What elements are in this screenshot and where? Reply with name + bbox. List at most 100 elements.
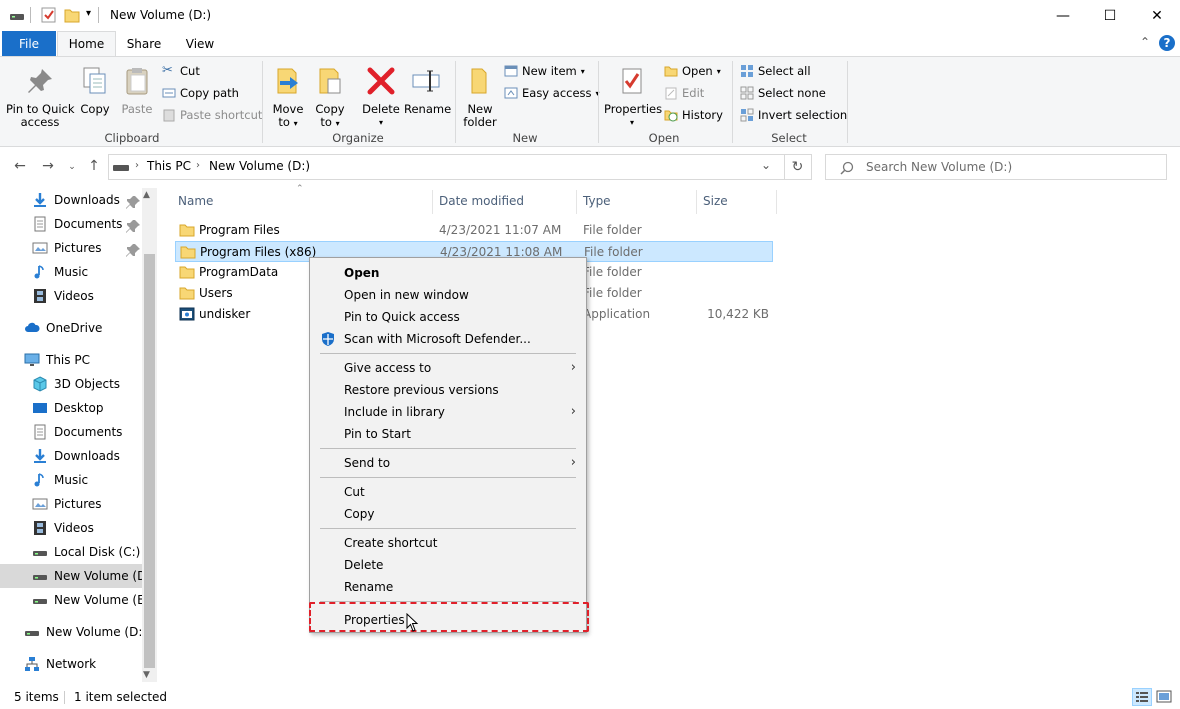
details-view-icon[interactable]	[1132, 688, 1152, 706]
paste-button[interactable]: Paste	[118, 65, 156, 116]
minimize-button[interactable]: —	[1040, 0, 1086, 31]
menu-item[interactable]: Pin to Start	[312, 423, 584, 445]
menu-item[interactable]: Open	[312, 262, 584, 284]
column-header-date[interactable]: Date modified	[439, 194, 524, 214]
address-dropdown-chevron-icon[interactable]: ⌄	[761, 158, 771, 172]
breadcrumb-chevron-icon: ›	[135, 160, 139, 171]
group-label-new: New	[512, 131, 538, 145]
nav-item[interactable]: Network	[0, 652, 142, 676]
properties-button[interactable]: Properties ▾	[604, 65, 662, 129]
rename-button[interactable]: Rename	[404, 65, 451, 116]
menu-item[interactable]: Restore previous versions	[312, 379, 584, 401]
column-divider[interactable]	[696, 190, 697, 214]
menu-item-label: Copy	[344, 507, 375, 521]
help-icon[interactable]: ?	[1158, 34, 1176, 52]
pin-to-quick-access-button[interactable]: Pin to Quick access	[6, 65, 75, 129]
nav-item[interactable]: New Volume (E:)	[0, 588, 142, 612]
move-to-button[interactable]: Move to ▾	[268, 65, 308, 130]
nav-item-label: New Volume (D:)	[54, 569, 142, 583]
select-all-icon	[741, 65, 753, 77]
menu-item[interactable]: Give access to ›	[312, 357, 584, 379]
paste-shortcut-button[interactable]: Paste shortcut	[162, 106, 262, 124]
nav-item[interactable]: New Volume (D:)	[0, 564, 142, 588]
forward-arrow-icon[interactable]: →	[36, 158, 60, 174]
select-all-button[interactable]: Select all	[740, 62, 811, 80]
tab-share[interactable]: Share	[118, 31, 170, 56]
copy-button[interactable]: Copy	[76, 65, 114, 116]
select-none-button[interactable]: Select none	[740, 84, 826, 102]
copy-to-button[interactable]: Copy to ▾	[310, 65, 350, 130]
nav-item[interactable]: 3D Objects	[0, 372, 142, 396]
cut-button[interactable]: ✂ Cut	[162, 62, 200, 80]
nav-item[interactable]: Pictures	[0, 236, 142, 260]
rename-icon	[412, 70, 440, 92]
nav-item[interactable]: Videos	[0, 284, 142, 308]
nav-item[interactable]: OneDrive	[0, 316, 142, 340]
breadcrumb-this-pc[interactable]: This PC	[147, 159, 191, 173]
nav-item[interactable]: New Volume (D:)	[0, 620, 142, 644]
history-button[interactable]: History	[664, 106, 723, 124]
nav-item[interactable]: Pictures	[0, 492, 142, 516]
nav-item[interactable]: Downloads	[0, 188, 142, 212]
folder-icon	[179, 224, 195, 237]
new-folder-icon[interactable]	[64, 7, 80, 23]
nav-item[interactable]: Music	[0, 260, 142, 284]
up-arrow-icon[interactable]: ↑	[82, 158, 106, 174]
copy-path-button[interactable]: Copy path	[162, 84, 239, 102]
tab-view[interactable]: View	[174, 31, 226, 56]
column-header-name[interactable]: Name	[178, 194, 213, 214]
menu-item[interactable]: Pin to Quick access	[312, 306, 584, 328]
back-arrow-icon[interactable]: ←	[8, 158, 32, 174]
large-icons-view-icon[interactable]	[1156, 689, 1172, 705]
menu-item[interactable]: Open in new window	[312, 284, 584, 306]
nav-item[interactable]: This PC	[0, 348, 142, 372]
invert-selection-button[interactable]: Invert selection	[740, 106, 847, 124]
menu-item[interactable]: Delete	[312, 554, 584, 576]
close-button[interactable]: ✕	[1134, 0, 1180, 31]
nav-item[interactable]: Documents	[0, 420, 142, 444]
scroll-up-icon[interactable]: ▲	[143, 190, 150, 200]
nav-item[interactable]: Desktop	[0, 396, 142, 420]
menu-item[interactable]: Scan with Microsoft Defender...	[312, 328, 584, 350]
clipboard-icon	[126, 68, 148, 95]
scroll-down-icon[interactable]: ▼	[143, 670, 150, 680]
nav-item[interactable]: Videos	[0, 516, 142, 540]
nav-item[interactable]: Music	[0, 468, 142, 492]
new-item-button[interactable]: New item ▾	[504, 62, 585, 80]
table-row[interactable]: Program Files 4/23/2021 11:07 AM File fold…	[175, 220, 773, 241]
nav-item[interactable]: Local Disk (C:)	[0, 540, 142, 564]
properties-check-icon[interactable]	[41, 7, 57, 23]
menu-item[interactable]: Include in library ›	[312, 401, 584, 423]
menu-item[interactable]: Copy	[312, 503, 584, 525]
menu-item[interactable]: Send to ›	[312, 452, 584, 474]
download-arrow-icon	[34, 449, 46, 463]
column-divider[interactable]	[776, 190, 777, 214]
column-header-size[interactable]: Size	[703, 194, 728, 214]
delete-button[interactable]: Delete ▾	[360, 65, 402, 129]
tab-home[interactable]: Home	[57, 31, 116, 56]
column-divider[interactable]	[576, 190, 577, 214]
menu-item[interactable]: Cut	[312, 481, 584, 503]
breadcrumb-current[interactable]: New Volume (D:)	[209, 159, 310, 173]
tab-file[interactable]: File	[2, 31, 56, 56]
edit-button[interactable]: Edit	[664, 84, 704, 102]
column-divider[interactable]	[432, 190, 433, 214]
open-button[interactable]: Open ▾	[664, 62, 721, 80]
address-bar[interactable]: › This PC › New Volume (D:) ⌄	[108, 154, 785, 180]
collapse-ribbon-icon[interactable]: ⌃	[1140, 35, 1150, 49]
easy-access-button[interactable]: Easy access▾	[504, 84, 600, 102]
scrollbar-thumb[interactable]	[144, 254, 155, 668]
quick-access-dropdown-icon[interactable]: ▾	[86, 8, 91, 19]
new-folder-button[interactable]: New folder	[460, 65, 500, 129]
nav-item[interactable]: Documents	[0, 212, 142, 236]
menu-item[interactable]: Create shortcut	[312, 532, 584, 554]
column-header-type[interactable]: Type	[583, 194, 611, 214]
menu-item[interactable]: Rename	[312, 576, 584, 598]
maximize-button[interactable]: ☐	[1087, 0, 1133, 31]
delete-x-icon	[367, 67, 395, 95]
recent-locations-chevron-icon[interactable]: ⌄	[60, 162, 84, 172]
nav-item[interactable]: Downloads	[0, 444, 142, 468]
cube-icon	[33, 376, 47, 392]
search-input[interactable]: Search New Volume (D:)	[825, 154, 1167, 180]
refresh-icon[interactable]: ↻	[784, 154, 812, 180]
